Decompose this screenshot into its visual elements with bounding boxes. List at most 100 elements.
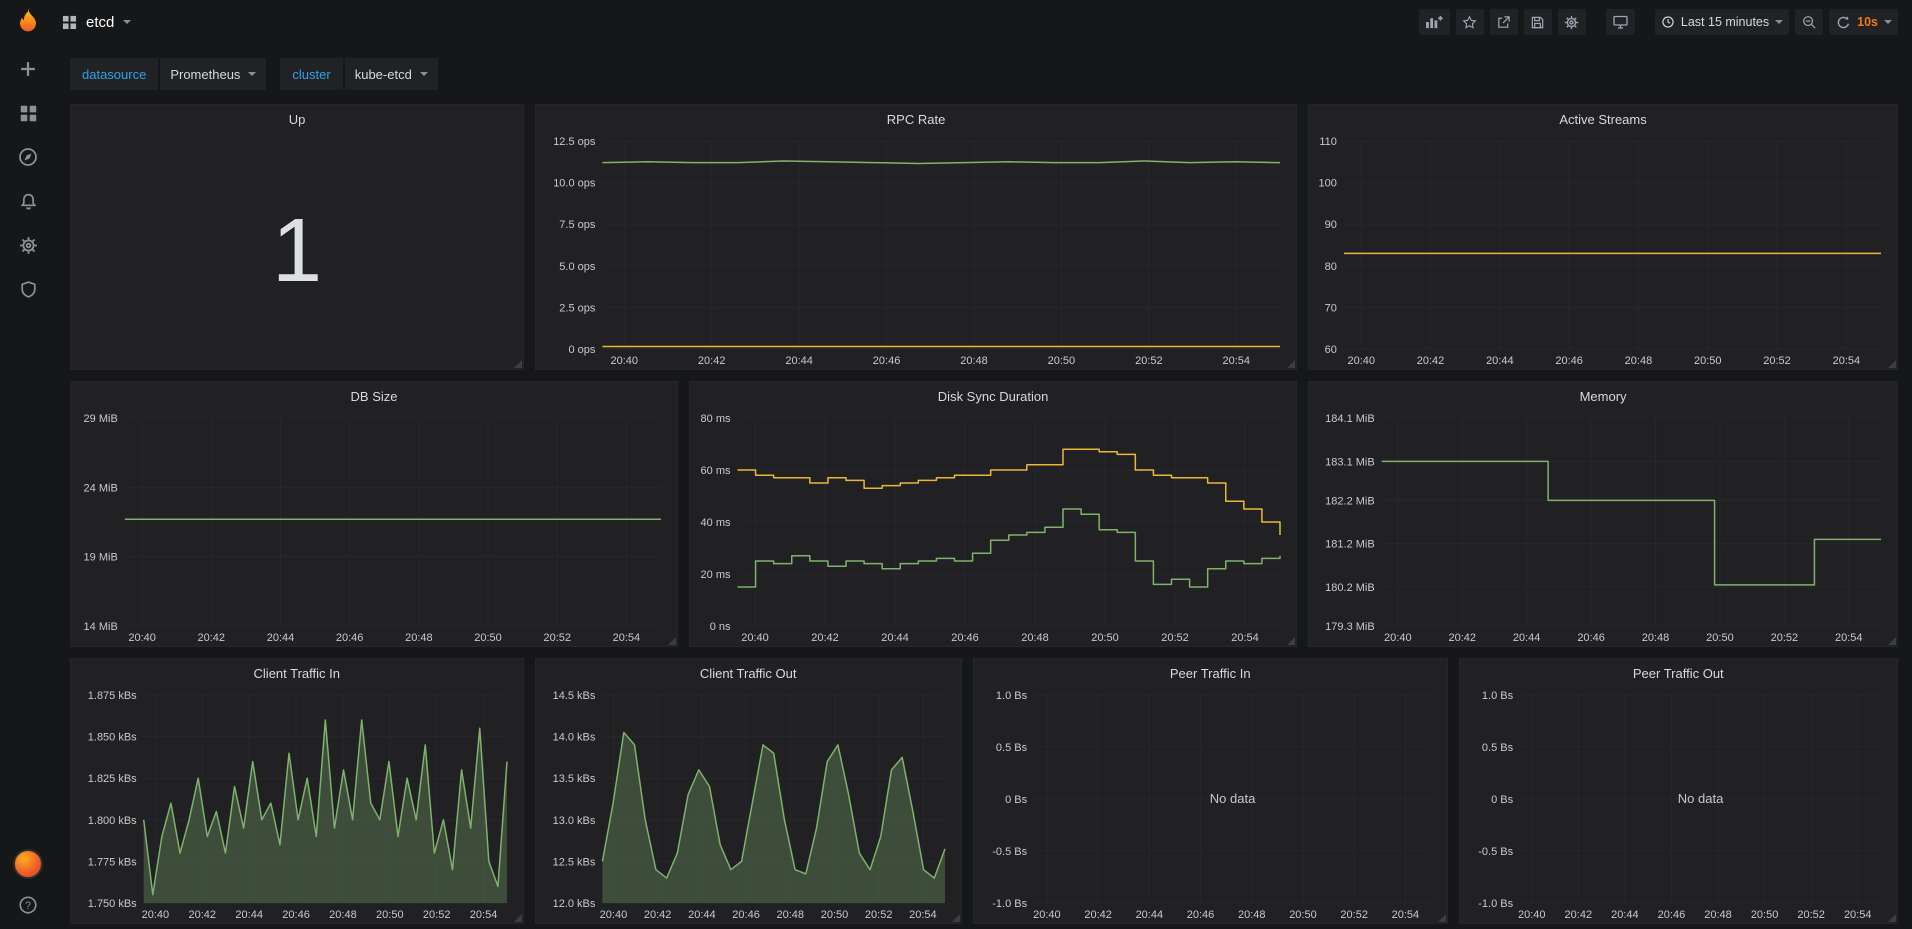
variable-label: datasource (70, 58, 158, 90)
cycle-view-mode-button[interactable] (1606, 9, 1635, 35)
svg-text:20:44: 20:44 (688, 909, 716, 921)
panel-resize-handle[interactable] (668, 637, 676, 645)
panel-resize-handle[interactable] (1438, 914, 1446, 922)
dashboard-squares-icon (62, 15, 77, 30)
panel-title[interactable]: DB Size (71, 382, 677, 410)
alerting-bell-icon (19, 192, 38, 211)
peer-traffic-out-chart[interactable]: 1.0 Bs0.5 Bs0 Bs-0.5 Bs-1.0 Bs20:4020:42… (1460, 687, 1897, 923)
panel-resize-handle[interactable] (1287, 360, 1295, 368)
settings-gear-icon (1564, 15, 1579, 30)
db-size-chart[interactable]: 29 MiB24 MiB19 MiB14 MiB20:4020:4220:442… (71, 410, 677, 646)
star-button[interactable] (1456, 9, 1484, 35)
svg-text:20:52: 20:52 (423, 909, 451, 921)
svg-text:20:46: 20:46 (336, 632, 364, 644)
panel-resize-handle[interactable] (1888, 360, 1896, 368)
sidebar-item-help[interactable]: ? (16, 893, 40, 917)
user-avatar[interactable] (13, 849, 43, 879)
svg-text:20:44: 20:44 (1486, 355, 1514, 367)
peer-traffic-in-chart[interactable]: 1.0 Bs0.5 Bs0 Bs-0.5 Bs-1.0 Bs20:4020:42… (974, 687, 1447, 923)
svg-text:20:40: 20:40 (128, 632, 156, 644)
panel-title[interactable]: Client Traffic Out (536, 659, 961, 687)
variable-value: Prometheus (170, 67, 240, 82)
svg-text:20:44: 20:44 (235, 909, 263, 921)
clock-icon (1661, 15, 1675, 29)
panel-resize-handle[interactable] (514, 914, 522, 922)
sidebar: ? (0, 0, 56, 929)
add-panel-button[interactable] (1419, 9, 1450, 35)
svg-text:20:46: 20:46 (732, 909, 760, 921)
svg-text:20:48: 20:48 (1021, 632, 1049, 644)
svg-text:20:48: 20:48 (1704, 909, 1732, 921)
panel-title[interactable]: Peer Traffic Out (1460, 659, 1897, 687)
svg-text:20:40: 20:40 (1384, 632, 1412, 644)
client-traffic-out-chart[interactable]: 14.5 kBs14.0 kBs13.5 kBs13.0 kBs12.5 kBs… (536, 687, 961, 923)
svg-text:20:40: 20:40 (1033, 909, 1061, 921)
sidebar-item-explore[interactable] (16, 145, 40, 169)
variable-datasource: datasource Prometheus (70, 58, 266, 90)
dashboards-grid-icon (19, 104, 38, 123)
svg-text:20:42: 20:42 (1417, 355, 1445, 367)
star-icon (1462, 15, 1477, 30)
time-picker-button[interactable]: Last 15 minutes (1655, 9, 1789, 35)
panel-title[interactable]: Client Traffic In (71, 659, 523, 687)
panel-title[interactable]: Memory (1309, 382, 1897, 410)
panel-title[interactable]: Disk Sync Duration (690, 382, 1296, 410)
panel-resize-handle[interactable] (952, 914, 960, 922)
panel-resize-handle[interactable] (1287, 637, 1295, 645)
memory-chart[interactable]: 184.1 MiB183.1 MiB182.2 MiB181.2 MiB180.… (1309, 410, 1897, 646)
panel-title[interactable]: Peer Traffic In (974, 659, 1447, 687)
svg-text:29 MiB: 29 MiB (84, 413, 118, 425)
active-streams-chart[interactable]: 1101009080706020:4020:4220:4420:4620:482… (1309, 133, 1897, 369)
svg-text:-0.5 Bs: -0.5 Bs (992, 846, 1027, 858)
sidebar-item-configuration[interactable] (16, 233, 40, 257)
variable-value-dropdown[interactable]: Prometheus (160, 58, 266, 90)
panel-resize-handle[interactable] (1888, 637, 1896, 645)
svg-text:20:44: 20:44 (785, 355, 813, 367)
panel-resize-handle[interactable] (1888, 914, 1896, 922)
panel-up: Up 1 (70, 104, 524, 370)
variable-value-dropdown[interactable]: kube-etcd (345, 58, 438, 90)
svg-text:20:48: 20:48 (1238, 909, 1266, 921)
share-button[interactable] (1490, 9, 1518, 35)
caret-down-icon (1775, 20, 1783, 24)
rpc-rate-chart[interactable]: 12.5 ops10.0 ops7.5 ops5.0 ops2.5 ops0 o… (536, 133, 1296, 369)
svg-text:180.2 MiB: 180.2 MiB (1325, 582, 1375, 594)
svg-text:5.0 ops: 5.0 ops (559, 261, 596, 273)
panel-resize-handle[interactable] (514, 360, 522, 368)
svg-text:20:42: 20:42 (811, 632, 839, 644)
svg-text:20:40: 20:40 (1348, 355, 1376, 367)
svg-text:20:50: 20:50 (1706, 632, 1734, 644)
svg-text:20:42: 20:42 (698, 355, 726, 367)
svg-text:14 MiB: 14 MiB (84, 621, 118, 633)
save-button[interactable] (1524, 9, 1552, 35)
svg-text:20:54: 20:54 (470, 909, 498, 921)
panel-title[interactable]: Up (71, 105, 523, 133)
dashboard-title[interactable]: etcd (86, 14, 114, 31)
panel-title[interactable]: RPC Rate (536, 105, 1296, 133)
svg-text:-0.5 Bs: -0.5 Bs (1478, 846, 1513, 858)
svg-text:20:40: 20:40 (1518, 909, 1546, 921)
sidebar-item-create[interactable] (16, 57, 40, 81)
zoom-out-button[interactable] (1795, 9, 1823, 35)
caret-down-icon[interactable] (123, 20, 131, 24)
grafana-logo[interactable] (13, 7, 43, 37)
svg-text:20:54: 20:54 (613, 632, 641, 644)
svg-text:20:52: 20:52 (1763, 355, 1791, 367)
svg-text:13.0 kBs: 13.0 kBs (552, 815, 595, 827)
svg-text:184.1 MiB: 184.1 MiB (1325, 413, 1375, 425)
panel-title[interactable]: Active Streams (1309, 105, 1897, 133)
sidebar-item-server-admin[interactable] (16, 277, 40, 301)
variable-cluster: cluster kube-etcd (280, 58, 437, 90)
dashboard-settings-button[interactable] (1558, 9, 1586, 35)
disk-sync-duration-chart[interactable]: 80 ms60 ms40 ms20 ms0 ns20:4020:4220:442… (690, 410, 1296, 646)
svg-text:20:52: 20:52 (1135, 355, 1163, 367)
sidebar-item-alerting[interactable] (16, 189, 40, 213)
refresh-interval-dropdown[interactable]: 10s (1857, 9, 1898, 35)
client-traffic-in-chart[interactable]: 1.875 kBs1.850 kBs1.825 kBs1.800 kBs1.77… (71, 687, 523, 923)
refresh-button[interactable] (1829, 9, 1857, 35)
svg-text:7.5 ops: 7.5 ops (559, 219, 596, 231)
svg-text:12.0 kBs: 12.0 kBs (552, 898, 595, 910)
svg-text:20:42: 20:42 (189, 909, 217, 921)
sidebar-item-dashboards[interactable] (16, 101, 40, 125)
svg-text:20:40: 20:40 (142, 909, 170, 921)
